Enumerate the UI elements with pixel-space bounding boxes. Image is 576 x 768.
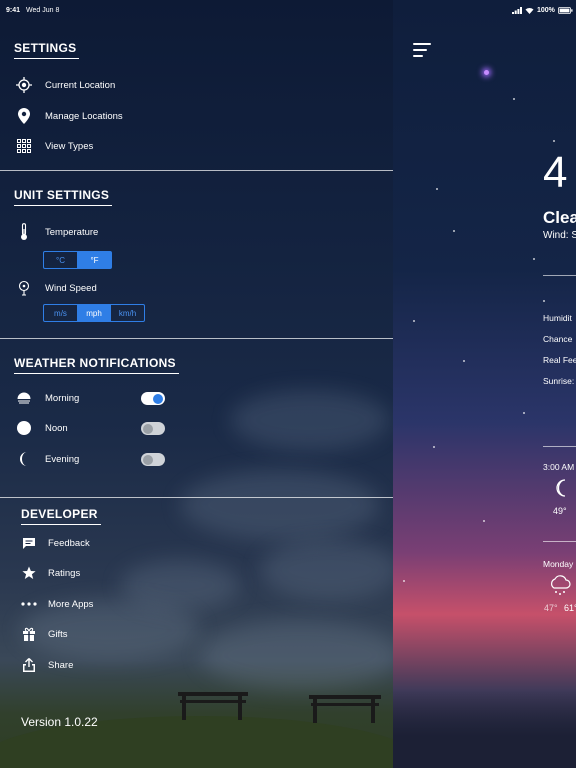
daily-day: Monday [543, 559, 574, 569]
wind-speed-label: Wind Speed [45, 282, 97, 294]
status-date: Wed Jun 8 [26, 7, 60, 14]
feedback-label: Feedback [48, 537, 90, 549]
current-location-item[interactable]: Current Location [16, 75, 115, 95]
glowing-star [484, 70, 489, 75]
unit-settings-title: UNIT SETTINGS [14, 188, 113, 206]
snow-cloud-icon [548, 574, 572, 601]
settings-title: SETTINGS [14, 41, 80, 59]
manage-locations-label: Manage Locations [45, 110, 123, 122]
evening-notification-item: Evening [16, 449, 79, 469]
hourly-time: 3:00 AM [543, 462, 575, 472]
sunrise-icon [16, 390, 32, 406]
share-item[interactable]: Share [21, 655, 73, 675]
view-types-item[interactable]: View Types [16, 136, 93, 156]
view-types-label: View Types [45, 140, 94, 152]
gifts-item[interactable]: Gifts [21, 624, 68, 644]
evening-label: Evening [45, 453, 80, 465]
ms-option[interactable]: m/s [44, 305, 78, 321]
more-icon [21, 596, 37, 612]
version-text: Version 1.0.22 [21, 715, 98, 729]
noon-toggle[interactable] [141, 422, 165, 435]
share-icon [21, 657, 37, 673]
kmh-option[interactable]: km/h [111, 305, 144, 321]
cellular-icon [512, 7, 522, 14]
thermometer-icon [16, 223, 32, 240]
morning-label: Morning [45, 392, 80, 404]
weather-panel: 4 Clea Wind: S Humidit Chance Real Fee S… [393, 0, 576, 768]
wind-speed-row: Wind Speed [16, 278, 97, 298]
current-temperature: 4 [543, 148, 568, 197]
humidity-label: Humidit [543, 313, 572, 323]
chance-label: Chance [543, 334, 573, 344]
wind-text: Wind: S [543, 230, 576, 241]
feedback-item[interactable]: Feedback [21, 533, 90, 553]
share-label: Share [48, 659, 74, 671]
daily-high: 61° [564, 603, 576, 613]
moon-icon [16, 451, 32, 467]
bench [309, 695, 381, 723]
weather-notifications-title: WEATHER NOTIFICATIONS [14, 356, 179, 374]
mph-option[interactable]: mph [78, 305, 111, 321]
condition-text: Clea [543, 208, 576, 227]
noon-label: Noon [45, 422, 68, 434]
morning-toggle[interactable] [141, 392, 165, 405]
sunrise-label: Sunrise: [543, 376, 575, 386]
current-location-label: Current Location [45, 79, 116, 91]
temperature-row: Temperature [16, 222, 98, 242]
moon-icon [553, 478, 573, 498]
settings-drawer: 9:41 Wed Jun 8 SETTINGS Current Location… [0, 0, 393, 768]
gifts-label: Gifts [48, 628, 68, 640]
message-icon [21, 535, 37, 551]
evening-toggle[interactable] [141, 453, 165, 466]
sun-icon [16, 420, 32, 436]
location-crosshair-icon [16, 77, 32, 93]
celsius-option[interactable]: °C [44, 252, 78, 268]
wind-speed-unit-control: m/s mph km/h [43, 304, 145, 322]
gift-icon [21, 626, 37, 642]
ratings-item[interactable]: Ratings [21, 563, 80, 583]
status-time: 9:41 [6, 7, 21, 14]
grid-icon [16, 138, 32, 154]
hourly-temp: 49° [553, 506, 567, 516]
more-apps-item[interactable]: More Apps [21, 594, 93, 614]
map-pin-icon [16, 108, 32, 124]
more-apps-label: More Apps [48, 598, 94, 610]
wifi-icon [525, 7, 534, 14]
star-icon [21, 565, 37, 581]
battery-icon [558, 7, 573, 14]
developer-title: DEVELOPER [21, 507, 101, 525]
morning-notification-item: Morning [16, 388, 79, 408]
manage-locations-item[interactable]: Manage Locations [16, 106, 123, 126]
daily-low: 47° [544, 603, 558, 613]
fahrenheit-option[interactable]: °F [78, 252, 111, 268]
temperature-label: Temperature [45, 226, 99, 238]
wind-gauge-icon [16, 280, 32, 296]
ratings-label: Ratings [48, 567, 81, 579]
noon-notification-item: Noon [16, 418, 68, 438]
menu-icon[interactable] [413, 43, 431, 57]
battery-percent: 100% [537, 7, 555, 14]
real-feel-label: Real Fee [543, 355, 576, 365]
status-indicators: 100% [512, 7, 573, 14]
bench [178, 692, 248, 720]
temperature-unit-control: °C °F [43, 251, 112, 269]
